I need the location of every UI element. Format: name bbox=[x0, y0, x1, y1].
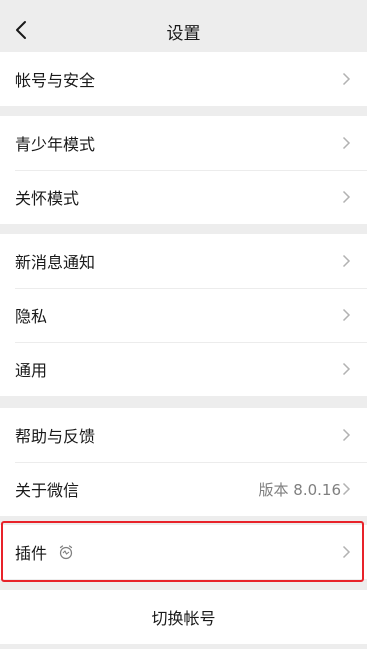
version-value: 版本 8.0.16 bbox=[258, 480, 341, 499]
chevron-right-icon bbox=[342, 362, 351, 376]
chevron-right-icon bbox=[342, 428, 351, 442]
settings-item-label: 插件 bbox=[15, 544, 48, 563]
settings-item-label: 关怀模式 bbox=[15, 189, 80, 208]
chevron-right-icon bbox=[342, 136, 351, 150]
settings-item-care-mode[interactable]: 关怀模式 bbox=[0, 170, 367, 224]
settings-item-teen-mode[interactable]: 青少年模式 bbox=[0, 116, 367, 170]
settings-item-plugins[interactable]: 插件 bbox=[0, 525, 367, 579]
settings-item-label: 帐号与安全 bbox=[15, 71, 96, 90]
chevron-right-icon bbox=[342, 308, 351, 322]
settings-item-account-security[interactable]: 帐号与安全 bbox=[0, 52, 367, 106]
settings-item-help-feedback[interactable]: 帮助与反馈 bbox=[0, 408, 367, 462]
settings-item-label: 通用 bbox=[15, 361, 48, 380]
settings-item-label: 隐私 bbox=[15, 307, 48, 326]
settings-item-label: 关于微信 bbox=[15, 481, 80, 500]
settings-item-privacy[interactable]: 隐私 bbox=[0, 288, 367, 342]
settings-group-account: 帐号与安全 bbox=[0, 52, 367, 106]
chevron-right-icon bbox=[342, 545, 351, 559]
nav-bar: 设置 bbox=[0, 0, 367, 58]
settings-group-plugins: 插件 bbox=[0, 525, 367, 579]
chevron-right-icon bbox=[342, 482, 351, 496]
settings-group-about: 帮助与反馈 关于微信 版本 8.0.16 bbox=[0, 408, 367, 516]
settings-item-general[interactable]: 通用 bbox=[0, 342, 367, 396]
chevron-right-icon bbox=[342, 72, 351, 86]
settings-item-notifications[interactable]: 新消息通知 bbox=[0, 234, 367, 288]
settings-item-label: 新消息通知 bbox=[15, 253, 96, 272]
page-title: 设置 bbox=[166, 24, 201, 44]
settings-group-modes: 青少年模式 关怀模式 bbox=[0, 116, 367, 224]
settings-item-about-wechat[interactable]: 关于微信 版本 8.0.16 bbox=[0, 462, 367, 516]
chevron-right-icon bbox=[342, 254, 351, 268]
settings-item-label: 青少年模式 bbox=[15, 135, 96, 154]
plugin-clock-icon bbox=[59, 545, 73, 560]
chevron-right-icon bbox=[342, 190, 351, 204]
settings-group-general: 新消息通知 隐私 通用 bbox=[0, 234, 367, 396]
settings-item-label: 帮助与反馈 bbox=[15, 427, 96, 446]
switch-account-button[interactable]: 切换帐号 bbox=[0, 590, 367, 644]
switch-account-label: 切换帐号 bbox=[151, 609, 216, 628]
